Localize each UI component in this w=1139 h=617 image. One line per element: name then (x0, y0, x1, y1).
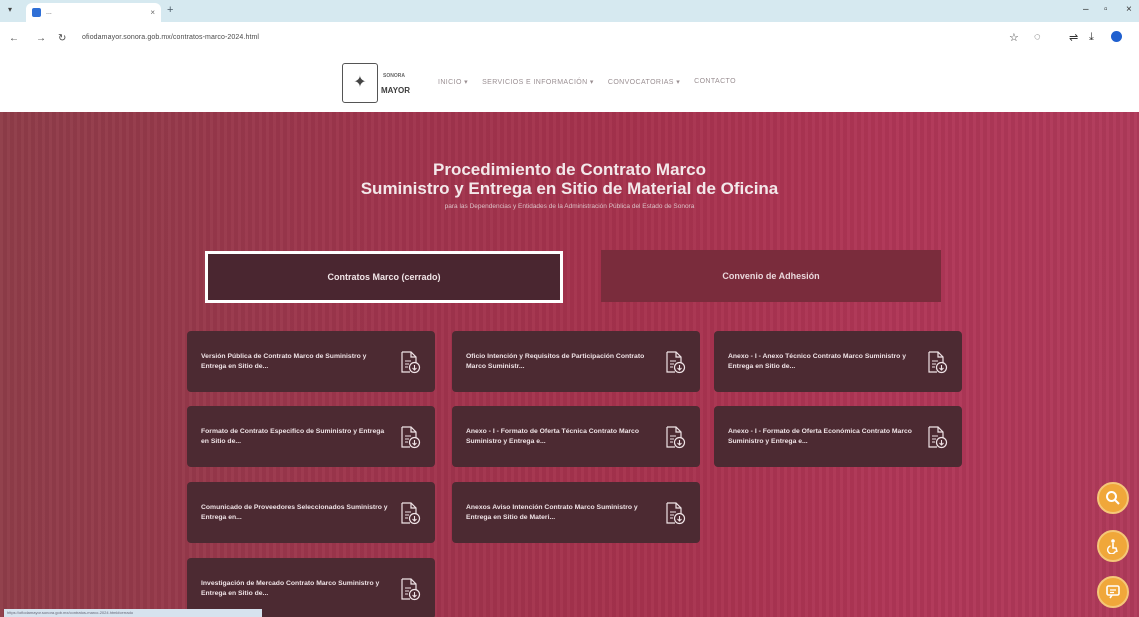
download-icon[interactable]: ⤓ (1089, 31, 1094, 44)
document-card-label: Comunicado de Proveedores Seleccionados … (201, 503, 388, 521)
document-download-icon (666, 425, 686, 448)
document-card-label: Formato de Contrato Especifico de Sumini… (201, 427, 385, 445)
document-card-label: Oficio Intención y Requisitos de Partici… (466, 352, 645, 370)
document-card[interactable]: Oficio Intención y Requisitos de Partici… (452, 331, 700, 392)
minimize-icon[interactable]: – (1083, 4, 1089, 15)
page-title-line2: Suministro y Entrega en Sitio de Materia… (360, 179, 779, 198)
search-icon (1106, 491, 1120, 505)
page-subtitle: para las Dependencias y Entidades de la … (444, 203, 695, 210)
accessibility-fab[interactable] (1097, 530, 1129, 562)
close-tab-icon[interactable]: × (150, 8, 155, 17)
document-card[interactable]: Versión Pública de Contrato Marco de Sum… (187, 331, 435, 392)
forward-icon[interactable]: → (36, 33, 46, 44)
document-card[interactable]: Anexo - I - Formato de Oferta Técnica Co… (452, 406, 700, 467)
chat-fab[interactable] (1097, 576, 1129, 608)
cast-icon[interactable]: ⇌ (1069, 31, 1078, 44)
nav-servicios[interactable]: SERVICIOS E INFORMACIÓN ▾ (482, 78, 594, 86)
hero-section: Procedimiento de Contrato Marco Suminist… (0, 112, 1139, 617)
address-bar[interactable]: ofiodamayor.sonora.gob.mx/contratos-marc… (82, 34, 259, 41)
tab-contratos-marco[interactable]: Contratos Marco (cerrado) (205, 251, 563, 303)
document-card[interactable]: Formato de Contrato Especifico de Sumini… (187, 406, 435, 467)
search-fab[interactable] (1097, 482, 1129, 514)
chat-icon (1106, 585, 1120, 599)
document-card-label: Anexo - I - Anexo Técnico Contrato Marco… (728, 352, 907, 370)
document-card[interactable]: Anexo - I - Anexo Técnico Contrato Marco… (714, 331, 962, 392)
document-card[interactable]: Comunicado de Proveedores Seleccionados … (187, 482, 435, 543)
document-download-icon (928, 425, 948, 448)
document-download-icon (401, 350, 421, 373)
document-download-icon (928, 350, 948, 373)
document-download-icon (401, 577, 421, 600)
browser-tab-title: ... (46, 9, 52, 16)
document-card-label: Anexos Aviso Intención Contrato Marco Su… (466, 503, 638, 521)
logo-mark-icon: ✦ (342, 63, 378, 103)
back-icon[interactable]: ← (9, 33, 19, 44)
document-card-label: Anexo - I - Formato de Oferta Económica … (728, 427, 912, 445)
document-card-label: Investigación de Mercado Contrato Marco … (201, 579, 380, 597)
main-nav: INICIO ▾ SERVICIOS E INFORMACIÓN ▾ CONVO… (438, 78, 736, 86)
close-window-icon[interactable]: × (1126, 4, 1132, 15)
favicon-icon (32, 8, 41, 17)
nav-inicio[interactable]: INICIO ▾ (438, 78, 468, 86)
link-status-bar: https://ofiodamayor.sonora.gob.mx/contra… (4, 609, 262, 617)
browser-tab[interactable]: ... × (26, 3, 161, 22)
browser-tab-bar: ▾ ... × + – ▫ × (0, 0, 1139, 22)
tab-search-icon[interactable]: ▾ (8, 5, 12, 14)
reload-icon[interactable]: ↻ (58, 33, 66, 44)
new-tab-icon[interactable]: + (167, 4, 173, 16)
site-header: ✦ SONORA MAYOR INICIO ▾ SERVICIOS E INFO… (0, 56, 1139, 112)
logo-bottom-text: MAYOR (381, 86, 411, 95)
bookmark-star-icon[interactable]: ☆ (1009, 31, 1019, 44)
maximize-icon[interactable]: ▫ (1104, 4, 1108, 15)
logo-top-text: SONORA (383, 73, 405, 79)
profile-avatar[interactable] (1111, 31, 1122, 42)
document-download-icon (666, 501, 686, 524)
document-card[interactable]: Anexos Aviso Intención Contrato Marco Su… (452, 482, 700, 543)
page-title-line1: Procedimiento de Contrato Marco (433, 160, 706, 179)
site-logo[interactable]: ✦ SONORA MAYOR (340, 60, 411, 106)
document-download-icon (401, 501, 421, 524)
accessibility-icon (1106, 539, 1118, 554)
document-card[interactable]: Anexo - I - Formato de Oferta Económica … (714, 406, 962, 467)
nav-convocatorias[interactable]: CONVOCATORIAS ▾ (608, 78, 680, 86)
extension-icon[interactable]: ◌ (1034, 31, 1041, 43)
document-download-icon (666, 350, 686, 373)
document-card-label: Versión Pública de Contrato Marco de Sum… (201, 352, 367, 370)
tab-convenio-adhesion[interactable]: Convenio de Adhesión (601, 250, 941, 302)
document-card-label: Anexo - I - Formato de Oferta Técnica Co… (466, 427, 639, 445)
nav-contacto[interactable]: CONTACTO (694, 78, 736, 86)
document-download-icon (401, 425, 421, 448)
